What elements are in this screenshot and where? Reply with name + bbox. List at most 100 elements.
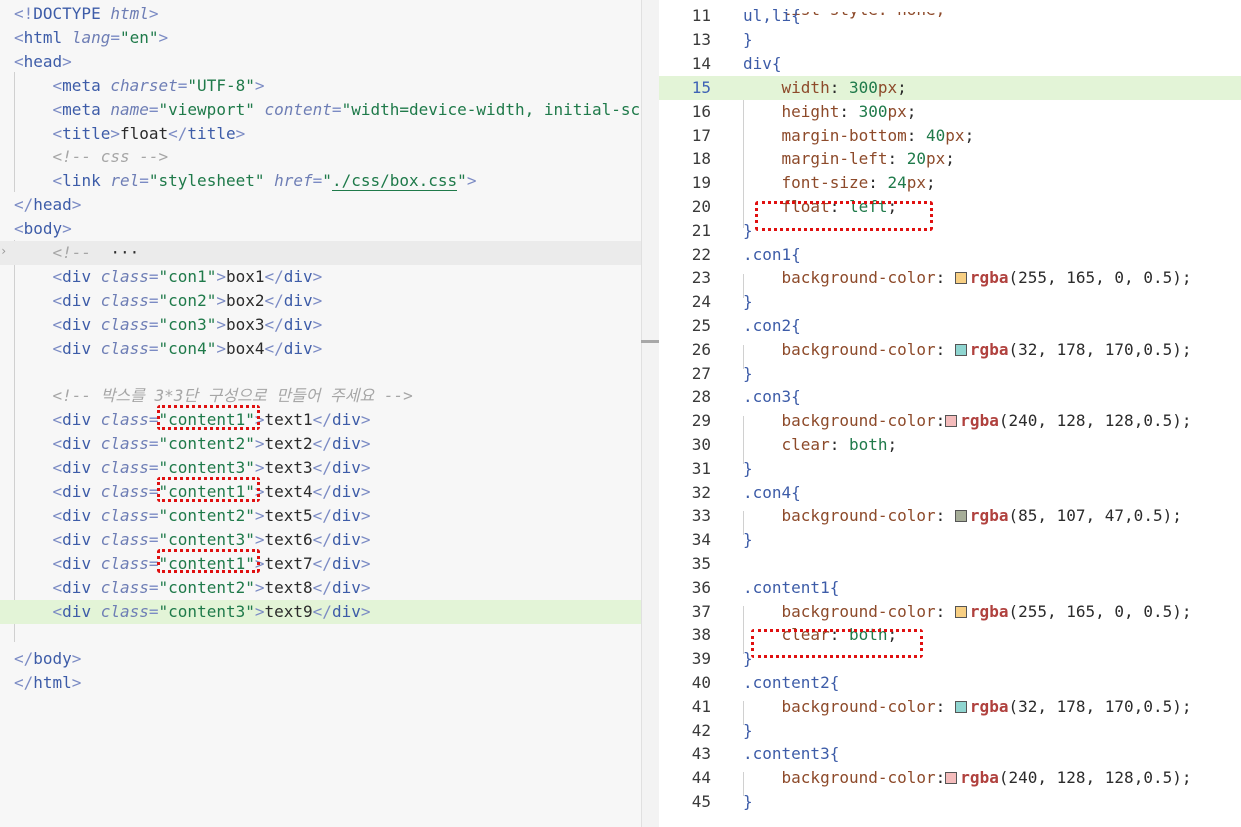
code-token: .content2 [743,672,830,692]
code-line[interactable]: 26 background-color: rgba(32, 178, 170,0… [659,338,1241,362]
code-line[interactable] [0,361,641,385]
code-line[interactable]: <html lang="en"> [0,26,641,50]
html-editor-pane[interactable]: <!DOCTYPE html> <html lang="en"> <head> <m… [0,0,641,827]
code-line[interactable]: 43 .content3{ [659,742,1241,766]
code-line[interactable]: 37 background-color: rgba(255, 165, 0, 0… [659,600,1241,624]
code-line[interactable] [0,623,641,647]
color-swatch[interactable] [945,415,958,428]
code-line[interactable]: <body> [0,217,641,241]
code-line[interactable]: 44 background-color: rgba(240, 128, 128,0… [659,766,1241,790]
code-line[interactable]: <div class="con2">box2</div> [0,289,641,313]
css-editor-pane[interactable]: list-style: none;11ul,li{13}14div{15 wid… [659,0,1241,827]
code-token: "content3" [158,458,255,478]
code-line[interactable]: 11 ul,li{ [659,4,1241,28]
code-line[interactable]: </head> [0,193,641,217]
code-line[interactable]: 27} [659,362,1241,386]
code-line[interactable]: <!-- ··· [0,241,641,265]
code-line[interactable]: </body> [0,647,641,671]
code-line[interactable]: <div class="content1">text1</div> [0,408,641,432]
code-line[interactable]: 19 font-size: 24px; [659,171,1241,195]
color-swatch[interactable] [954,343,967,356]
code-line[interactable]: 42} [659,719,1241,743]
code-line[interactable]: <div class="content3">text9</div> [0,599,641,624]
code-line[interactable]: 23 background-color: rgba(255, 165, 0, 0… [659,266,1241,290]
code-line[interactable]: <!-- 박스를 3*3단 구성으로 만들어 주세요 --> [0,384,641,408]
code-line-content: clear: both; [743,433,898,457]
code-line[interactable]: 22 .con1{ [659,243,1241,267]
code-token: : [935,601,955,621]
code-token: > [360,553,371,573]
code-line[interactable]: <meta name="viewport" content="width=dev… [0,98,641,122]
color-swatch[interactable] [954,510,967,523]
code-token: : [935,411,946,431]
code-line[interactable]: 41 background-color: rgba(32, 178, 170,0… [659,695,1241,719]
code-token: class [100,553,149,573]
code-token: div [331,458,361,478]
code-token: </ [14,649,34,669]
code-line[interactable]: <meta charset="UTF-8"> [0,74,641,98]
code-token: rel [110,171,140,191]
code-line[interactable]: <div class="content2">text8</div> [0,576,641,600]
code-token: < [14,75,63,95]
code-token: < [14,434,63,454]
code-line[interactable]: <!-- css --> [0,145,641,169]
code-line[interactable]: 31} [659,457,1241,481]
code-line[interactable]: 18 margin-left: 20px; [659,147,1241,171]
code-line[interactable]: 24} [659,290,1241,314]
code-line[interactable]: 32 .con4{ [659,481,1241,505]
color-swatch[interactable] [954,272,967,285]
code-line[interactable]: <div class="content2">text2</div> [0,432,641,456]
code-line[interactable]: <div class="content3">text6</div> [0,528,641,552]
color-swatch[interactable] [954,700,967,713]
code-line[interactable]: <div class="con1">box1</div> [0,265,641,289]
code-line[interactable]: <div class="content1">text4</div> [0,480,641,504]
code-line[interactable]: 39} [659,647,1241,671]
code-line[interactable]: 28 .con3{ [659,385,1241,409]
code-line[interactable]: 40 .content2{ [659,671,1241,695]
code-line[interactable]: <div class="content2">text5</div> [0,504,641,528]
fold-chevron-icon[interactable]: › [0,244,7,258]
code-line[interactable]: 13} [659,28,1241,52]
code-line[interactable]: <title>float</title> [0,122,641,146]
code-line[interactable]: <div class="con3">box3</div> [0,313,641,337]
code-line[interactable]: 25 .con2{ [659,314,1241,338]
code-line[interactable]: <link rel="stylesheet" href="./css/box.c… [0,169,641,193]
code-token: div [62,410,92,430]
code-line[interactable]: 34} [659,528,1241,552]
code-line[interactable]: <head> [0,50,641,74]
annotation-box-content1-line21 [157,477,260,502]
code-line[interactable]: <div class="content1">text7</div> [0,552,641,576]
code-line[interactable]: <!DOCTYPE html> [0,2,641,26]
code-token: text5 [264,505,313,525]
code-line[interactable]: 21} [659,219,1241,243]
code-token: < [14,458,63,478]
code-line[interactable]: 17 margin-bottom: 40px; [659,124,1241,148]
code-line[interactable]: 16 height: 300px; [659,100,1241,124]
code-line[interactable]: 29 background-color: rgba(240, 128, 128,0… [659,409,1241,433]
code-token: ; [1181,411,1192,431]
code-line[interactable]: 14 div{ [659,52,1241,76]
code-token: > [71,649,82,669]
code-line[interactable]: 36 .content1{ [659,576,1241,600]
code-line[interactable]: <div class="content3">text3</div> [0,456,641,480]
code-line[interactable]: 35 [659,552,1241,576]
code-token: text9 [264,601,313,621]
code-line[interactable]: 20 float: left; [659,195,1241,219]
code-line[interactable]: 30 clear: both; [659,433,1241,457]
color-swatch[interactable] [945,772,958,785]
code-line[interactable]: 38 clear: both; [659,623,1241,647]
code-line[interactable]: 45} [659,790,1241,814]
color-swatch[interactable] [954,605,967,618]
code-line-content: <head> [14,50,72,74]
scrollbar-thumb[interactable] [641,340,659,343]
code-line[interactable]: 33 background-color: rgba(85, 107, 47,0.… [659,504,1241,528]
code-token: > [312,314,323,334]
code-line[interactable]: 15 width: 300px; [659,75,1241,100]
code-token: div [62,553,92,573]
split-divider[interactable] [641,0,659,827]
code-line[interactable]: <div class="con4">box4</div> [0,337,641,361]
code-line[interactable]: </html> [0,671,641,695]
